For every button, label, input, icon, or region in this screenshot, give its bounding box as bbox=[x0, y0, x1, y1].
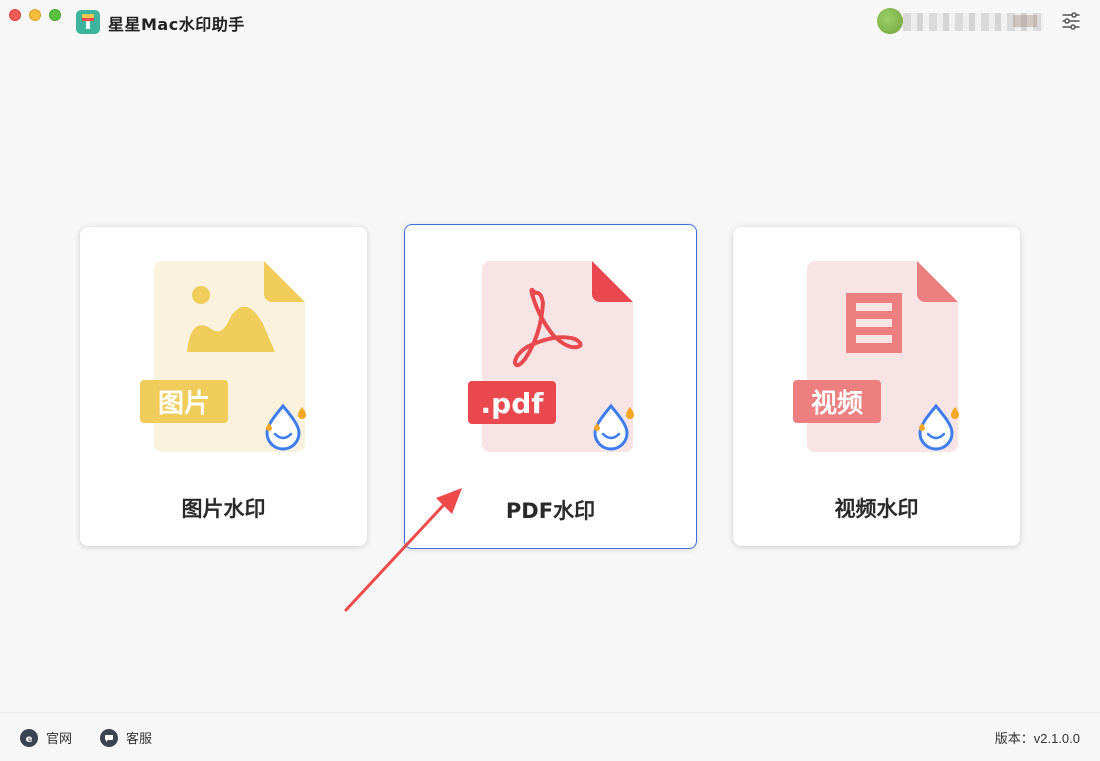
image-file-icon: 图片 bbox=[140, 261, 306, 452]
video-badge-text: 视频 bbox=[811, 389, 863, 419]
version-text: 版本：v2.1.0.0 bbox=[994, 731, 1080, 746]
globe-e-icon: e bbox=[20, 728, 38, 747]
film-strip-icon bbox=[846, 293, 902, 353]
title-bar: 星星Mac水印助手 bbox=[0, 0, 1100, 44]
pdf-file-icon: .pdf bbox=[468, 261, 634, 452]
pdf-badge-text: .pdf bbox=[481, 387, 545, 420]
window-maximize-button[interactable] bbox=[49, 9, 61, 21]
chat-bubble-icon bbox=[100, 728, 118, 747]
window-close-button[interactable] bbox=[9, 9, 21, 21]
svg-text:e: e bbox=[26, 734, 33, 744]
settings-sliders-icon[interactable] bbox=[1060, 10, 1082, 32]
support-label: 客服 bbox=[126, 731, 153, 746]
image-watermark-label: 图片水印 bbox=[181, 497, 266, 521]
user-account-info[interactable] bbox=[903, 13, 1043, 31]
window-minimize-button[interactable] bbox=[29, 9, 41, 21]
app-title: 星星Mac水印助手 bbox=[108, 15, 245, 34]
video-watermark-card[interactable]: 视频 视频水印 bbox=[733, 227, 1020, 546]
video-watermark-label: 视频水印 bbox=[834, 497, 919, 521]
app-logo-icon bbox=[76, 10, 100, 34]
annotation-arrow-icon bbox=[344, 488, 462, 612]
user-avatar[interactable] bbox=[877, 8, 903, 34]
image-badge-text: 图片 bbox=[158, 389, 210, 419]
website-label: 官网 bbox=[46, 731, 73, 746]
support-link[interactable]: 客服 bbox=[100, 728, 152, 747]
status-bar: e 官网 客服 版本：v2.1.0.0 bbox=[0, 712, 1100, 761]
video-file-icon: 视频 bbox=[793, 261, 959, 452]
image-watermark-card[interactable]: 图片 图片水印 bbox=[80, 227, 367, 546]
website-link[interactable]: e 官网 bbox=[20, 728, 72, 747]
